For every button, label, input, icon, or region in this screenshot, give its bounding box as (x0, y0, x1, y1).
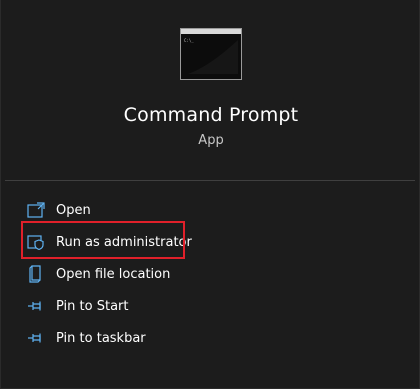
command-prompt-icon: C:\_ (180, 28, 242, 80)
menu-item-label: Pin to taskbar (56, 330, 146, 346)
app-type-label: App (198, 133, 224, 148)
menu-item-label: Open file location (56, 266, 171, 282)
menu-item-open-file-location[interactable]: Open file location (21, 258, 401, 290)
pin-icon (26, 296, 46, 316)
open-window-icon (26, 200, 46, 220)
highlight-box (21, 221, 185, 259)
app-context-panel: C:\_ Command Prompt App Open Run as admi… (0, 0, 420, 389)
file-location-icon (26, 264, 46, 284)
menu-item-pin-to-start[interactable]: Pin to Start (21, 290, 401, 322)
menu-item-label: Pin to Start (56, 298, 129, 314)
menu-item-pin-to-taskbar[interactable]: Pin to taskbar (21, 322, 401, 354)
menu-item-label: Open (56, 202, 91, 218)
divider (5, 180, 415, 181)
svg-text:C:\_: C:\_ (184, 38, 194, 43)
pin-icon (26, 328, 46, 348)
app-title: Command Prompt (123, 104, 299, 126)
